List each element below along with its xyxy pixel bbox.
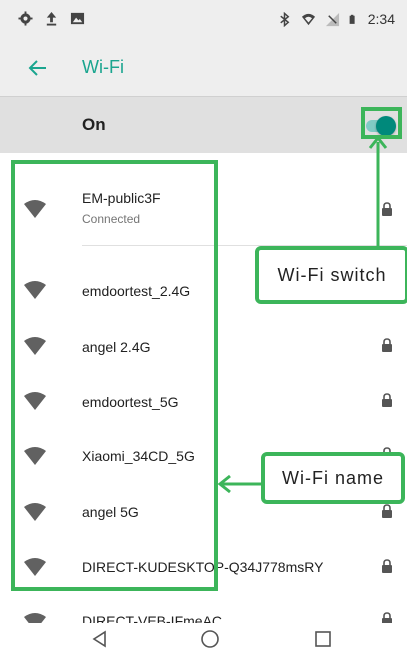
app-bar: Wi-Fi	[0, 40, 407, 97]
image-icon	[70, 12, 85, 25]
bluetooth-icon	[280, 11, 290, 27]
recents-square-icon[interactable]	[313, 629, 333, 649]
wifi-toggle-label: On	[82, 115, 106, 134]
lock-icon	[382, 559, 392, 573]
settings-icon	[18, 11, 33, 26]
status-time: 2:34	[367, 11, 395, 27]
lock-icon	[382, 612, 392, 623]
wifi-toggle-row[interactable]: On	[0, 97, 407, 153]
lock-icon	[382, 393, 392, 407]
cellular-signal-icon	[325, 12, 339, 26]
annotation-name-box	[11, 160, 218, 591]
back-triangle-icon[interactable]	[90, 629, 110, 649]
home-circle-icon[interactable]	[200, 629, 220, 649]
arrow-left-icon[interactable]	[26, 56, 50, 80]
status-bar: 2:34	[0, 0, 407, 40]
page-title: Wi-Fi	[82, 57, 124, 77]
lock-icon	[382, 504, 392, 518]
annotation-switch-arrow	[368, 135, 388, 248]
wifi-signal-icon	[301, 13, 315, 25]
upload-icon	[46, 11, 57, 26]
annotation-name-arrow	[217, 474, 262, 494]
network-name: DIRECT-VEB-IFmeAC	[82, 613, 223, 623]
lock-icon	[382, 338, 392, 352]
wifi-icon	[24, 613, 46, 623]
annotation-switch-label: Wi-Fi switch	[255, 246, 407, 304]
network-item[interactable]: DIRECT-VEB-IFmeAC	[0, 596, 407, 623]
battery-icon	[349, 14, 355, 24]
nav-bar	[0, 623, 407, 655]
annotation-name-label: Wi-Fi name	[261, 452, 405, 504]
